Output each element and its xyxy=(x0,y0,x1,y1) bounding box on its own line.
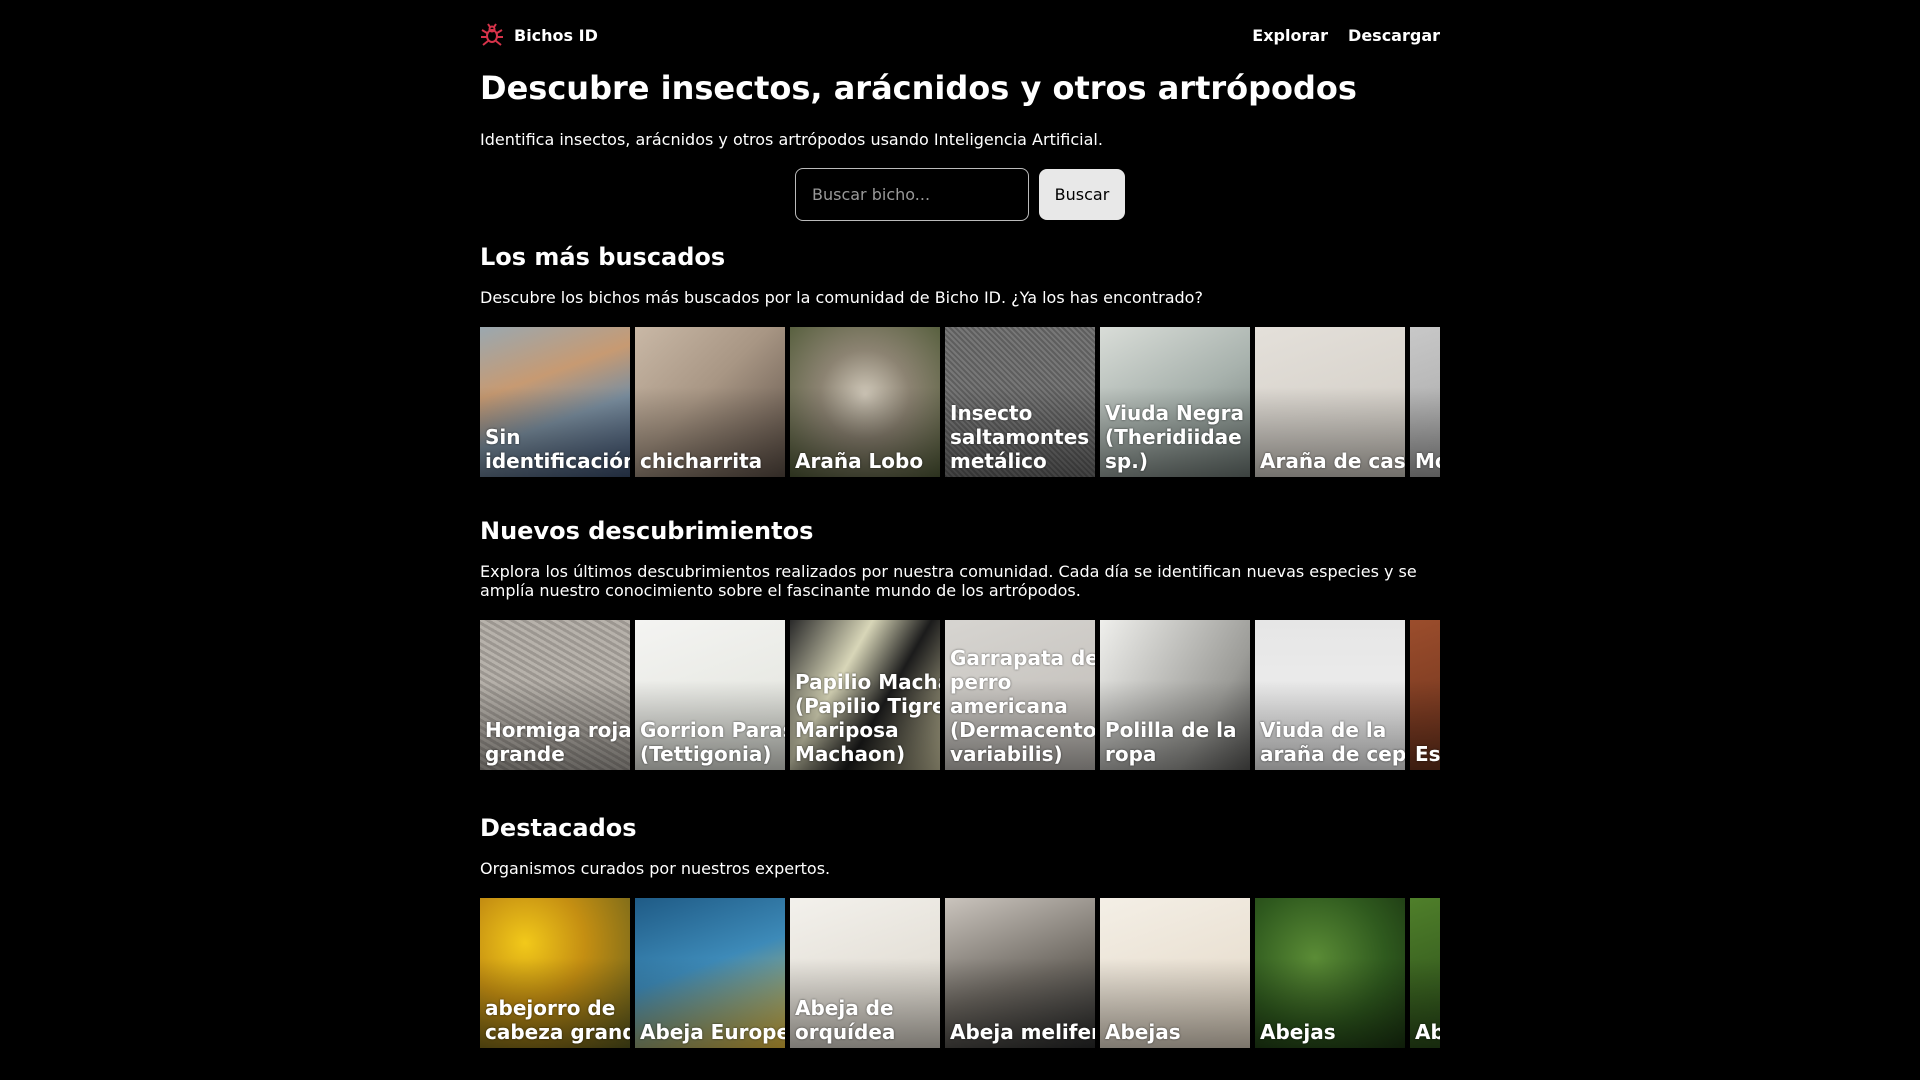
search-button[interactable]: Buscar xyxy=(1039,169,1125,220)
species-name: Ab xyxy=(1415,1020,1440,1044)
brand-name: Bichos ID xyxy=(514,25,598,45)
species-name: Insecto saltamontes metálico xyxy=(950,401,1090,473)
nav-descargar[interactable]: Descargar xyxy=(1348,26,1440,45)
species-card[interactable]: Abeja Europea xyxy=(635,898,785,1048)
section-title: Destacados xyxy=(480,814,637,842)
species-name: Es pe xyxy=(1415,742,1440,766)
section-title: Nuevos descubrimientos xyxy=(480,517,814,545)
species-name: Araña Lobo xyxy=(795,449,924,473)
species-name: Gorrion Parasito (Tettigonia) xyxy=(640,718,785,766)
species-card[interactable]: Mo (C sp xyxy=(1410,327,1440,477)
species-card[interactable]: chicharrita xyxy=(635,327,785,477)
species-name: Abejas xyxy=(1105,1020,1181,1044)
section-most-searched: Los más buscados Descubre los bichos más… xyxy=(480,243,1440,477)
species-card[interactable]: Hormiga roja grande xyxy=(480,620,630,770)
species-card[interactable]: Araña Lobo xyxy=(790,327,940,477)
species-card[interactable]: Es pe xyxy=(1410,620,1440,770)
page-title: Descubre insectos, arácnidos y otros art… xyxy=(480,69,1357,107)
bug-logo-icon xyxy=(480,23,504,47)
main-nav: Explorar Descargar xyxy=(1252,26,1440,45)
species-name: Garrapata de perro americana (Dermacento… xyxy=(950,646,1095,766)
species-card[interactable]: Abejas xyxy=(1255,898,1405,1048)
species-card[interactable]: Viuda de la araña de cepo xyxy=(1255,620,1405,770)
section-description: Explora los últimos descubrimientos real… xyxy=(480,562,1417,600)
species-name: Viuda Negra (Theridiidae sp.) xyxy=(1105,401,1244,473)
search-input[interactable] xyxy=(795,168,1029,221)
section-title: Los más buscados xyxy=(480,243,726,271)
species-name: chicharrita xyxy=(640,449,763,473)
section-description: Organismos curados por nuestros expertos… xyxy=(480,859,831,878)
nav-explorar[interactable]: Explorar xyxy=(1252,26,1328,45)
species-name: Araña de casa xyxy=(1260,449,1405,473)
species-name: abejorro de cabeza grande xyxy=(485,996,630,1044)
species-name: Papilio Machaon (Papilio Tigre o Maripos… xyxy=(795,670,940,766)
species-card[interactable]: Abeja melifera xyxy=(945,898,1095,1048)
brand-link[interactable]: Bichos ID xyxy=(480,23,598,47)
species-name: Abeja de orquídea xyxy=(795,996,896,1044)
species-card[interactable]: Abejas xyxy=(1100,898,1250,1048)
species-card[interactable]: Garrapata de perro americana (Dermacento… xyxy=(945,620,1095,770)
species-card[interactable]: Sin identificación xyxy=(480,327,630,477)
species-name: Polilla de la ropa xyxy=(1105,718,1237,766)
section-description: Descubre los bichos más buscados por la … xyxy=(480,288,1203,307)
species-card[interactable]: abejorro de cabeza grande xyxy=(480,898,630,1048)
search-bar: Buscar xyxy=(480,168,1440,221)
species-name: Viuda de la araña de cepo xyxy=(1260,718,1405,766)
page: Bichos ID Explorar Descargar Descubre in… xyxy=(480,0,1440,1048)
card-row: Sin identificación chicharrita Araña Lobo I… xyxy=(480,327,1440,477)
section-new-discoveries: Nuevos descubrimientos Explora los últim… xyxy=(480,517,1440,770)
species-card[interactable]: Gorrion Parasito (Tettigonia) xyxy=(635,620,785,770)
card-row: abejorro de cabeza grande Abeja Europea Ab… xyxy=(480,898,1440,1048)
species-card[interactable]: Papilio Machaon (Papilio Tigre o Maripos… xyxy=(790,620,940,770)
site-header: Bichos ID Explorar Descargar xyxy=(480,0,1440,70)
species-card[interactable]: Polilla de la ropa xyxy=(1100,620,1250,770)
species-card[interactable]: Araña de casa xyxy=(1255,327,1405,477)
species-card[interactable]: Abeja de orquídea xyxy=(790,898,940,1048)
species-name: Sin identificación xyxy=(485,425,630,473)
page-lead: Identifica insectos, arácnidos y otros a… xyxy=(480,130,1103,149)
species-name: Hormiga roja grande xyxy=(485,718,630,766)
species-card[interactable]: Ab xyxy=(1410,898,1440,1048)
species-card[interactable]: Insecto saltamontes metálico xyxy=(945,327,1095,477)
species-name: Abejas xyxy=(1260,1020,1336,1044)
species-card[interactable]: Viuda Negra (Theridiidae sp.) xyxy=(1100,327,1250,477)
card-row: Hormiga roja grandeGorrion Parasito (Tet… xyxy=(480,620,1440,770)
section-featured: Destacados Organismos curados por nuestr… xyxy=(480,814,1440,1048)
species-name: Abeja Europea xyxy=(640,1020,785,1044)
species-name: Abeja melifera xyxy=(950,1020,1095,1044)
species-name: Mo (C sp xyxy=(1415,449,1440,473)
